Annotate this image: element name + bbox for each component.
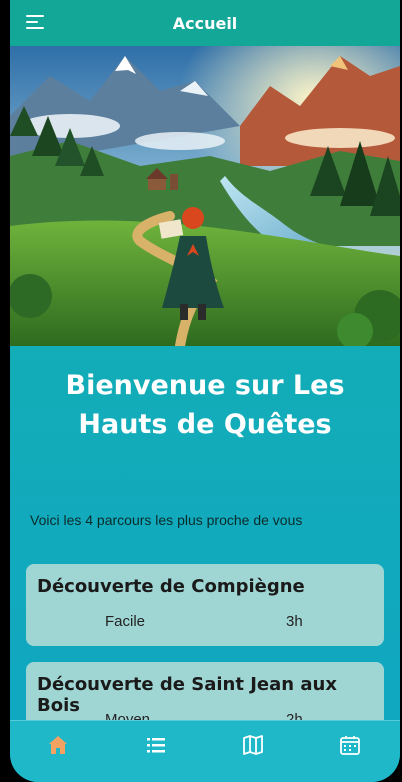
hero-illustration [10,46,400,346]
app-screen: Accueil Bienvenue sur Les Hauts de Quête… [10,0,400,782]
menu-icon[interactable] [26,15,46,31]
route-name: Découverte de Saint Jean aux Bois [37,674,337,716]
list-icon[interactable] [144,733,172,759]
route-name: Découverte de Compiègne [37,576,305,597]
route-difficulty: Facile [105,613,146,630]
welcome-title: Bienvenue sur Les Hauts de Quêtes [65,370,345,440]
bottom-navigation [10,720,400,782]
page-title: Accueil [172,13,238,33]
nearby-routes-subtitle: Voici les 4 parcours les plus proche de … [30,512,303,528]
route-card[interactable]: Découverte de Compiègne Facile 3h [26,564,384,646]
home-icon[interactable] [46,733,74,759]
map-icon[interactable] [241,733,269,759]
app-header: Accueil [10,0,400,46]
calendar-icon[interactable] [338,733,366,759]
route-duration: 3h [286,613,303,630]
